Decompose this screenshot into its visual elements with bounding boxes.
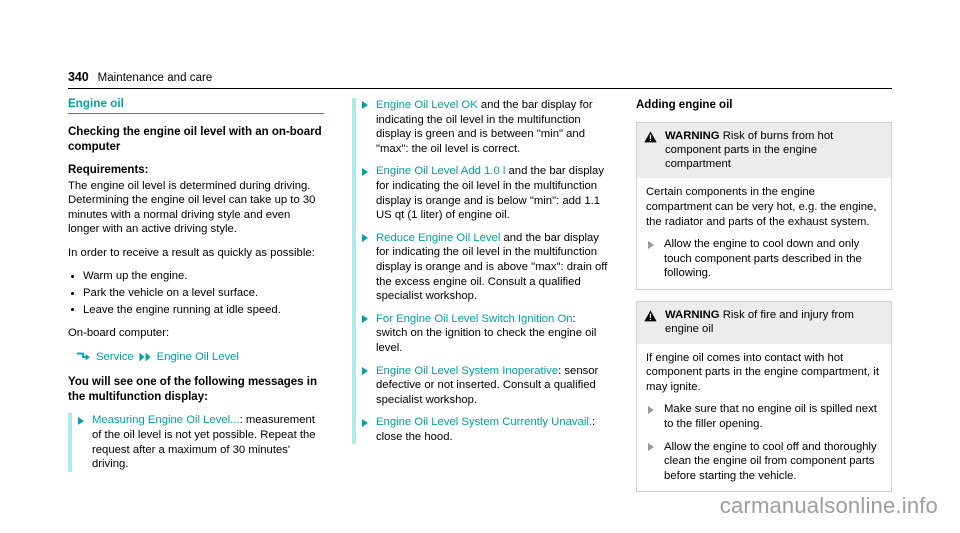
mfd-message-text: Measuring Engine Oil Level...	[92, 414, 240, 427]
warning-label: WARNING	[665, 308, 720, 321]
list-item: Leave the engine running at idle speed.	[68, 303, 324, 318]
bullet-dot-icon	[71, 274, 75, 279]
warning-action-item: Make sure that no engine oil is spilled …	[646, 402, 883, 431]
warning-box: WARNING Risk of fire and injury from eng…	[636, 300, 892, 493]
warning-body: If engine oil comes into contact with ho…	[637, 344, 891, 492]
page-number: 340	[68, 70, 89, 84]
warning-header-text: WARNING Risk of burns from hot component…	[665, 129, 883, 172]
action-item: For Engine Oil Level Switch Ignition On:…	[362, 312, 608, 356]
middle-column: Engine Oil Level OK and the bar display …	[352, 98, 608, 503]
messages-intro: You will see one of the following messag…	[68, 376, 317, 403]
left-column: Engine oil Checking the engine oil level…	[68, 98, 324, 503]
action-item: Engine Oil Level System Currently Unavai…	[362, 415, 608, 444]
warning-label: WARNING	[665, 129, 720, 142]
warning-action-item: Allow the engine to cool down and only t…	[646, 237, 883, 281]
action-triangle-icon	[362, 366, 368, 375]
page-header: 340 Maintenance and care	[68, 70, 892, 84]
warning-body-text: Certain components in the engine compart…	[646, 186, 877, 228]
warning-box: WARNING Risk of burns from hot component…	[636, 121, 892, 290]
action-item: Engine Oil Level System Inoperative: sen…	[362, 364, 608, 408]
bullet-dot-icon	[71, 308, 75, 312]
mfd-message-text: For Engine Oil Level Switch Ignition On	[376, 312, 573, 325]
action-item: Reduce Engine Oil Level and the bar disp…	[362, 231, 608, 304]
warning-header-text: WARNING Risk of fire and injury from eng…	[665, 308, 883, 337]
header-divider	[68, 88, 892, 89]
nav-path-first[interactable]: Service	[96, 350, 134, 365]
warning-action-text: Allow the engine to cool off and thoroug…	[664, 440, 877, 482]
manual-page: 340 Maintenance and care Engine oil Chec…	[0, 0, 960, 533]
mfd-message-text: Reduce Engine Oil Level	[376, 231, 501, 244]
list-item: Park the vehicle on a level surface.	[68, 286, 324, 301]
warning-action-item: Allow the engine to cool off and thoroug…	[646, 440, 883, 484]
right-column: Adding engine oil WARNING Risk of burns …	[636, 98, 892, 503]
warning-header: WARNING Risk of burns from hot component…	[637, 122, 891, 179]
action-triangle-icon	[78, 416, 84, 425]
action-triangle-icon	[362, 315, 368, 324]
action-triangle-icon	[648, 442, 654, 451]
action-triangle-icon	[362, 101, 368, 110]
onboard-computer-label: On-board computer:	[68, 327, 170, 340]
double-chevron-icon	[139, 352, 152, 362]
warning-body: Certain components in the engine compart…	[637, 178, 891, 289]
requirements-bullet-list: Warm up the engine. Park the vehicle on …	[68, 269, 324, 317]
mfd-message-text: Engine Oil Level System Currently Unavai…	[376, 416, 592, 429]
turn-arrow-icon	[76, 352, 91, 363]
mfd-message-text: Engine Oil Level Add 1.0 l	[376, 165, 506, 178]
right-heading: Adding engine oil	[636, 99, 733, 111]
watermark: carmanualsonline.info	[719, 493, 938, 518]
warning-triangle-icon	[644, 130, 657, 148]
list-item-label: Warm up the engine.	[83, 270, 188, 283]
section-title-engine-oil: Engine oil	[68, 98, 324, 114]
nav-path: Service Engine Oil Level	[76, 350, 324, 365]
middle-action-block: Engine Oil Level OK and the bar display …	[352, 98, 608, 445]
action-item: Engine Oil Level OK and the bar display …	[362, 98, 608, 156]
warning-action-text: Make sure that no engine oil is spilled …	[664, 403, 877, 430]
action-triangle-icon	[362, 167, 368, 176]
action-triangle-icon	[362, 418, 368, 427]
list-item-label: Leave the engine running at idle speed.	[83, 303, 281, 316]
action-triangle-icon	[648, 240, 654, 249]
list-item: Warm up the engine.	[68, 269, 324, 284]
mfd-message-text: Engine Oil Level System Inoperative	[376, 364, 559, 377]
list-item-label: Park the vehicle on a level surface.	[83, 287, 259, 300]
nav-path-second[interactable]: Engine Oil Level	[157, 350, 239, 365]
left-action-block: Measuring Engine Oil Level...: measureme…	[68, 413, 324, 473]
warning-action-text: Allow the engine to cool down and only t…	[664, 238, 862, 280]
warning-body-text: If engine oil comes into contact with ho…	[646, 351, 879, 393]
action-item: Measuring Engine Oil Level...: measureme…	[78, 413, 324, 471]
warning-triangle-icon	[644, 309, 657, 327]
action-item: Engine Oil Level Add 1.0 l and the bar d…	[362, 164, 608, 222]
result-intro: In order to receive a result as quickly …	[68, 246, 315, 259]
page-title: Maintenance and care	[97, 72, 213, 84]
mfd-message-text: Engine Oil Level OK	[376, 99, 478, 111]
warning-header: WARNING Risk of fire and injury from eng…	[637, 301, 891, 344]
left-heading: Checking the engine oil level with an on…	[68, 126, 322, 153]
bullet-dot-icon	[71, 291, 75, 295]
requirements-label: Requirements:	[68, 164, 149, 176]
requirements-text: The engine oil level is determined durin…	[68, 179, 316, 236]
action-triangle-icon	[362, 234, 368, 243]
action-triangle-icon	[648, 405, 654, 414]
content-columns: Engine oil Checking the engine oil level…	[68, 98, 892, 503]
